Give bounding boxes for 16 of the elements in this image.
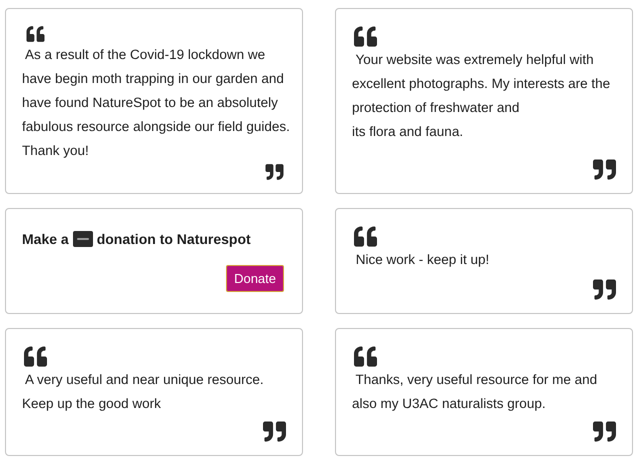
quote-close-icon bbox=[261, 420, 288, 443]
donation-text: Make a bbox=[22, 231, 69, 247]
testimonial-text: As a result of the Covid-19 lockdown we have begin moth trapping in our garden and have found NatureSpot to be an absolutely fabulous resource alongside our field guides. Thank you! bbox=[22, 46, 288, 160]
quote-close-icon bbox=[591, 420, 618, 443]
donation-text: donation to Naturespot bbox=[96, 231, 251, 247]
quote-open-icon bbox=[22, 345, 49, 368]
quote-close-icon bbox=[591, 278, 618, 301]
testimonial-text: Nice work - keep it up! bbox=[354, 251, 490, 269]
testimonial-text: A very useful and near unique resource. Keep up the good work bbox=[22, 371, 265, 413]
testimonial-text: Your website was extremely helpful with excellent photographs. My interests are the protection of freshwater and its flora and fauna. bbox=[352, 51, 612, 141]
quote-open-icon bbox=[352, 225, 379, 248]
testimonial-text: Thanks, very useful resource for me and also my U3AC naturalists group. bbox=[352, 371, 598, 413]
quote-close-icon bbox=[591, 158, 618, 181]
quote-open-icon bbox=[352, 25, 379, 48]
quote-open-icon bbox=[352, 345, 379, 368]
donate-button[interactable]: Donate bbox=[226, 265, 284, 292]
